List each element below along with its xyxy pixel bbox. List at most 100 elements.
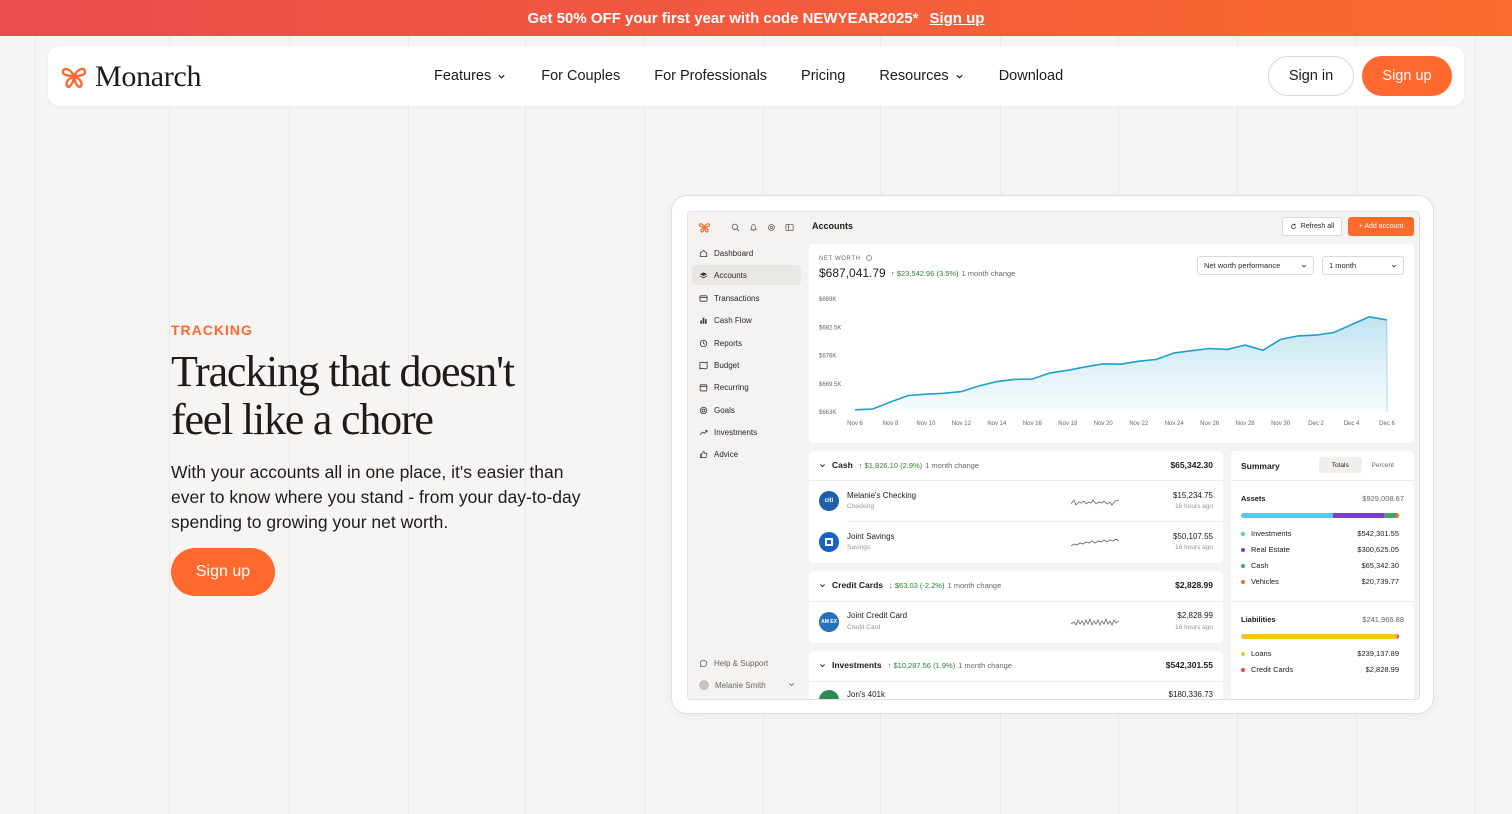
section-change-label: 1 month change [958,660,1012,670]
target-icon [699,406,708,414]
sidebar-item-advice[interactable]: Advice [692,444,801,464]
nav-for-couples-label: For Couples [541,68,621,84]
x-tick-label: Dec 6 [1379,421,1395,427]
x-tick-label: Nov 6 [847,421,863,427]
row-value: $300,625.05 [1357,545,1399,554]
row-label: Vehicles [1251,577,1279,586]
account-type: Savings [847,544,871,551]
sign-in-button[interactable]: Sign in [1268,56,1354,96]
bar-segment [1241,513,1334,518]
cash-section-header[interactable]: Cash ↑ $1,826.10 (2.9%) 1 month change [819,460,979,470]
credit-section-header[interactable]: Credit Cards ↓ $63.03 (-2.2%) 1 month cha… [819,580,1001,590]
logo[interactable]: Monarch [60,60,202,94]
liabilities-total: $241,966.88 [1362,615,1404,624]
sidebar-item-goals[interactable]: Goals [692,400,801,420]
sidebar-item-budget[interactable]: Budget [692,355,801,375]
sidebar-item-cash-flow[interactable]: Cash Flow [692,310,801,330]
sidebar-item-transactions[interactable]: Transactions [692,288,801,308]
x-tick-label: Nov 12 [952,421,972,427]
account-row-joint-savings[interactable]: Joint Savings Savings $50,107.55 16 hour… [809,522,1223,562]
liabilities-bar [1241,634,1399,639]
sidebar-item-dashboard[interactable]: Dashboard [692,243,801,263]
x-tick-label: Nov 16 [1023,421,1043,427]
x-tick-label: Nov 30 [1271,421,1291,427]
sparkline [1071,499,1119,506]
row-value: $239,137.89 [1357,649,1399,658]
account-row-joint-credit-card[interactable]: AM EX Joint Credit Card Credit Card $2,8… [809,602,1223,642]
y-tick-label: $676K [819,354,836,360]
y-tick-label: $682.5K [819,325,841,331]
promo-text: Get 50% OFF your first year with code NE… [527,9,919,27]
legend-dot [1241,563,1245,568]
assets-label: Assets [1241,494,1266,503]
toggle-totals[interactable]: Totals [1319,457,1362,473]
app-sidebar: Dashboard Accounts Transactions Cash Flo… [688,212,808,699]
sidebar-toggle-icon[interactable] [785,223,794,232]
investments-section: Investments ↑ $10,287.56 (1.9%) 1 month c… [809,651,1223,699]
account-row-melanies-checking[interactable]: citi Melanie's Checking Checking $15,234… [809,481,1223,521]
account-updated: 16 hours ago [1175,544,1213,551]
nav-for-professionals[interactable]: For Professionals [654,68,767,84]
nav-for-couples[interactable]: For Couples [541,68,620,84]
sidebar-item-reports[interactable]: Reports [692,333,801,353]
thumb-icon [699,450,708,458]
grid-line [35,36,36,814]
app-screenshot-frame: Dashboard Accounts Transactions Cash Flo… [671,195,1434,714]
row-value: $542,301.55 [1357,529,1399,538]
hero-headline: Tracking that doesn't feel like a chore [171,348,601,444]
nav-links: Features For Couples For Professionals P… [434,46,1063,106]
row-label: Credit Cards [1251,665,1294,674]
page-title: Accounts [812,221,854,231]
refresh-all-button[interactable]: Refresh all [1282,217,1342,236]
section-title: Credit Cards [832,580,884,590]
bar-segment [1397,634,1399,639]
section-change-value: ↑ $1,826.10 (2.9%) [858,460,923,470]
clock-icon [699,339,708,347]
nav-features[interactable]: Features [434,68,506,84]
x-tick-label: Nov 28 [1236,421,1256,427]
sidebar-item-recurring[interactable]: Recurring [692,377,801,397]
citi-logo-text: citi [824,498,834,504]
calendar-icon [699,383,708,391]
section-change-label: 1 month change [925,460,979,470]
section-change: ↓ $63.03 (-2.2%) 1 month change [889,581,1001,590]
assets-bar [1241,513,1399,518]
add-account-button[interactable]: + Add account [1348,217,1414,236]
bar-chart-icon [700,317,707,324]
avatar [699,680,709,690]
refresh-icon [1290,223,1296,229]
nav-pricing[interactable]: Pricing [801,68,845,84]
sidebar-item-investments[interactable]: Investments [692,422,801,442]
nav-resources[interactable]: Resources [879,68,963,84]
hero-section: TRACKING Tracking that doesn't feel like… [171,322,601,596]
bell-icon[interactable] [749,223,758,232]
sidebar-help-support[interactable]: Help & Support [692,654,801,672]
account-updated: 16 hours ago [1175,624,1213,631]
chase-logo-icon [819,532,839,552]
nav-download[interactable]: Download [999,68,1064,84]
gear-icon[interactable] [767,223,776,232]
sidebar-item-label: Recurring [714,382,749,392]
summary-toggle: Totals Percent [1319,457,1404,473]
nav-download-label: Download [998,68,1064,84]
row-value: $65,342.30 [1361,561,1399,570]
sign-up-button[interactable]: Sign up [1362,56,1452,96]
search-icon[interactable] [731,223,740,232]
section-change-value: ↓ $63.03 (-2.2%) [889,580,945,590]
section-total: $542,301.55 [1165,660,1213,670]
promo-signup-link[interactable]: Sign up [929,10,984,27]
chevron-down-icon [820,463,825,467]
chevron-down-icon [789,683,794,687]
divider [1231,601,1414,602]
card-icon [699,294,708,302]
investments-section-header[interactable]: Investments ↑ $10,287.56 (1.9%) 1 month c… [819,660,1012,670]
toggle-percent[interactable]: Percent [1362,457,1405,473]
sidebar-user-menu[interactable]: Melanie Smith [692,676,801,694]
account-row-jons-401k[interactable]: Jon's 401k $180,336.73 [809,682,1223,699]
nav-for-professionals-label: For Professionals [654,68,768,84]
sidebar-item-accounts[interactable]: Accounts [692,265,801,285]
hero-signup-button[interactable]: Sign up [171,548,275,596]
account-balance: $180,336.73 [1168,690,1214,699]
sidebar-item-label: Investments [714,427,758,437]
legend-dot [1241,651,1245,656]
